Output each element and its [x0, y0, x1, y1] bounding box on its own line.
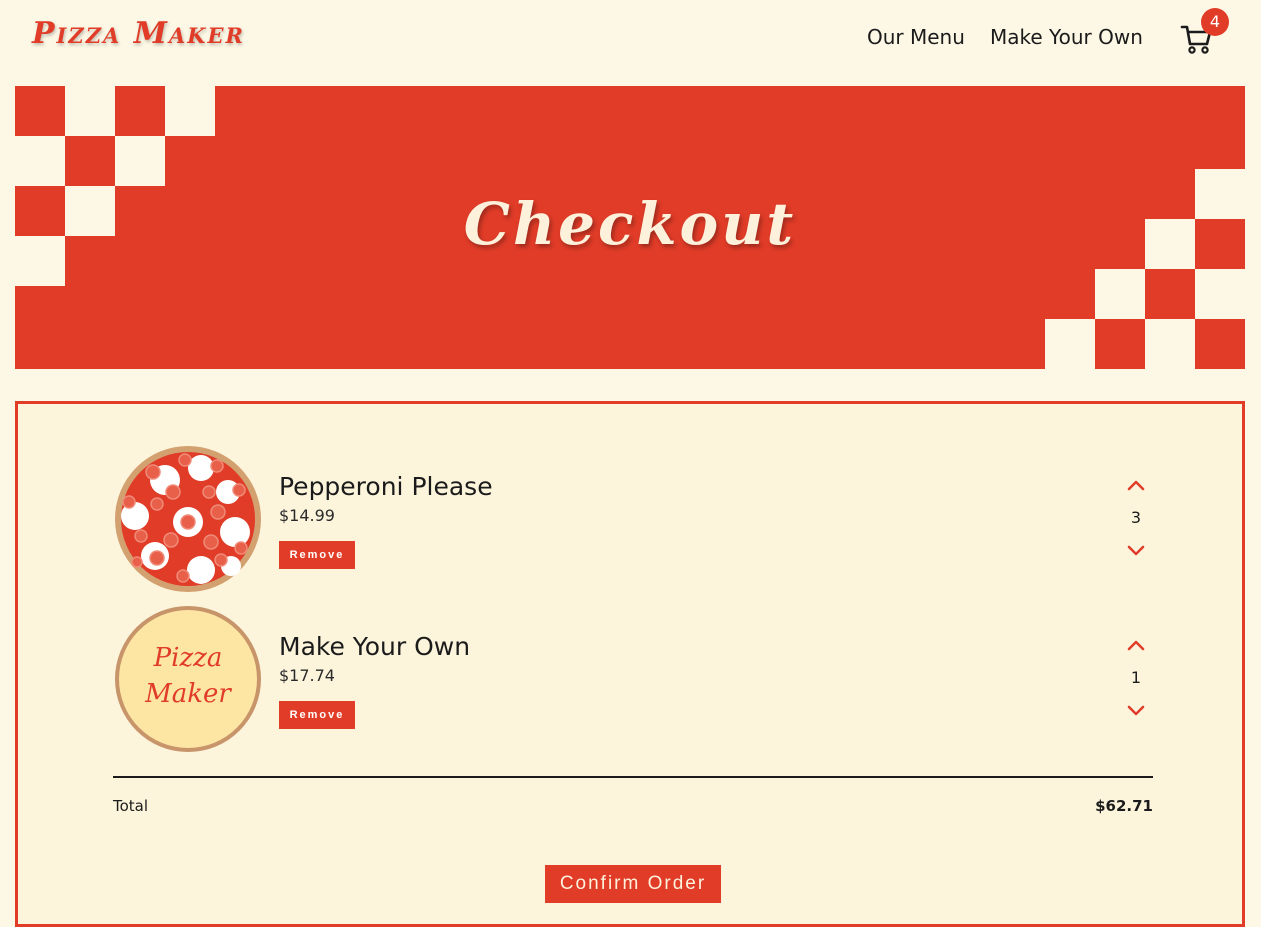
cart-item: Pizza Maker Make Your Own $17.74 Remove …: [113, 604, 1153, 754]
checkout-banner: Checkout: [15, 86, 1245, 369]
pizza-maker-logo-image: Pizza Maker: [115, 606, 261, 752]
logo[interactable]: Pizza Maker: [32, 16, 245, 51]
cart-item: Pepperoni Please $14.99 Remove 3: [113, 444, 1153, 594]
cart-count-badge: 4: [1201, 8, 1229, 36]
confirm-order-button[interactable]: Confirm Order: [545, 865, 721, 903]
chevron-up-icon[interactable]: [1126, 638, 1146, 652]
remove-button[interactable]: Remove: [279, 701, 355, 729]
cart-panel: Pepperoni Please $14.99 Remove 3 Pizza M…: [15, 401, 1245, 927]
chevron-up-icon[interactable]: [1126, 478, 1146, 492]
item-price: $17.74: [279, 666, 335, 685]
item-quantity: 1: [1130, 668, 1142, 687]
chevron-down-icon[interactable]: [1126, 544, 1146, 558]
nav-our-menu[interactable]: Our Menu: [867, 25, 965, 49]
thumb-text-pizza: Pizza: [153, 643, 223, 673]
pepperoni-pizza-image: [115, 446, 261, 592]
item-name: Make Your Own: [279, 632, 471, 661]
item-name: Pepperoni Please: [279, 472, 493, 501]
page-title: Checkout: [463, 190, 797, 258]
thumb-text-maker: Maker: [144, 679, 232, 709]
total-label: Total: [113, 797, 149, 815]
chevron-down-icon[interactable]: [1126, 704, 1146, 718]
remove-button[interactable]: Remove: [279, 541, 355, 569]
total-divider: [113, 776, 1153, 778]
item-quantity: 3: [1130, 508, 1142, 527]
nav-make-your-own[interactable]: Make Your Own: [990, 25, 1143, 49]
item-price: $14.99: [279, 506, 335, 525]
total-value: $62.71: [1095, 797, 1153, 815]
